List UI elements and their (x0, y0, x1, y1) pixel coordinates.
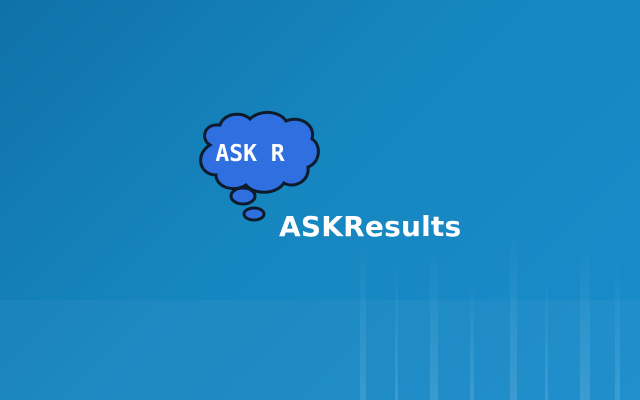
ask-r-logo: ASK R (190, 105, 325, 225)
app-title: ASKResults (279, 210, 462, 243)
logo-text: ASK R (215, 141, 285, 167)
